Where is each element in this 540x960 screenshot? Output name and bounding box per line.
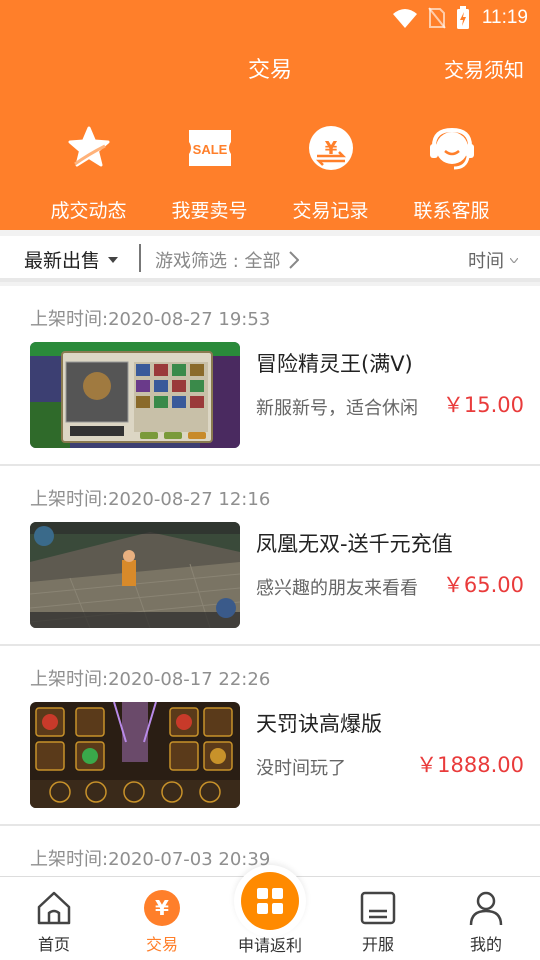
quick-action-label: 联系客服 bbox=[413, 200, 490, 222]
tab-label: 首页 bbox=[37, 935, 70, 954]
game-screenshot bbox=[30, 342, 240, 448]
game-screenshot bbox=[30, 702, 240, 808]
chevron-down-icon bbox=[510, 257, 518, 263]
chevron-right-icon bbox=[288, 251, 299, 269]
tab-rebate[interactable]: 申请返利 bbox=[216, 865, 324, 960]
header: 11:19 交易 交易须知 成交动态 SALE 我要卖号 ¥ 交易记录 联系客服 bbox=[0, 0, 540, 230]
listing-name: 天罚诀高爆版 bbox=[256, 712, 382, 736]
status-time: 11:19 bbox=[481, 7, 528, 28]
quick-action-label: 成交动态 bbox=[50, 200, 127, 222]
listing-item[interactable]: 上架时间:2020-08-27 12:16 凤凰无双-送千元充值 感兴趣的朋友来… bbox=[0, 466, 540, 646]
wifi-icon bbox=[392, 9, 417, 28]
listing-name: 冒险精灵王(满V) bbox=[256, 352, 413, 376]
tab-trade[interactable]: ¥ 交易 bbox=[108, 877, 216, 960]
listing-price: ￥1888.00 bbox=[416, 753, 524, 777]
listing-list: 上架时间:2020-08-27 19:53 冒险精灵王(满V) 新服新号，适合休… bbox=[0, 286, 540, 960]
listing-time: 上架时间:2020-08-27 19:53 bbox=[30, 309, 271, 330]
tab-label: 我的 bbox=[469, 935, 502, 954]
quick-action-label: 我要卖号 bbox=[171, 200, 248, 222]
status-icons: 11:19 bbox=[392, 6, 528, 30]
listing-item[interactable]: 上架时间:2020-08-17 22:26 天罚诀高爆版 没时间玩了 ￥1888… bbox=[0, 646, 540, 826]
tab-label: 交易 bbox=[145, 935, 178, 954]
tab-label: 开服 bbox=[361, 935, 394, 954]
battery-charging-icon bbox=[456, 6, 469, 29]
user-icon bbox=[467, 889, 505, 927]
quick-action-records[interactable]: ¥ 交易记录 bbox=[270, 124, 391, 223]
svg-text:¥: ¥ bbox=[155, 896, 169, 920]
listing-desc: 感兴趣的朋友来看看 bbox=[256, 578, 418, 599]
listing-time: 上架时间:2020-08-27 12:16 bbox=[30, 489, 271, 510]
home-icon bbox=[35, 889, 73, 927]
quick-action-label: 交易记录 bbox=[292, 200, 369, 222]
game-screenshot bbox=[30, 522, 240, 628]
trade-notice-link[interactable]: 交易须知 bbox=[444, 54, 524, 83]
listing-price: ￥65.00 bbox=[442, 573, 524, 597]
sort-label: 最新出售 bbox=[24, 250, 101, 272]
grid-icon bbox=[241, 872, 299, 930]
tab-home[interactable]: 首页 bbox=[0, 877, 108, 960]
no-sim-icon bbox=[428, 7, 446, 29]
headset-icon bbox=[428, 124, 476, 172]
star-icon bbox=[65, 124, 113, 172]
tab-mine[interactable]: 我的 bbox=[432, 877, 540, 960]
sale-tag-icon: SALE bbox=[186, 124, 234, 172]
filter-bar: 最新出售 游戏筛选 : 全部 时间 bbox=[0, 236, 540, 282]
caret-down-icon bbox=[108, 256, 119, 263]
listing-name: 凤凰无双-送千元充值 bbox=[256, 532, 453, 556]
quick-action-deals[interactable]: 成交动态 bbox=[28, 124, 149, 223]
rebate-bubble bbox=[234, 865, 306, 937]
game-filter[interactable]: 游戏筛选 : 全部 bbox=[155, 247, 299, 273]
listing-time: 上架时间:2020-07-03 20:39 bbox=[30, 849, 271, 870]
quick-action-support[interactable]: 联系客服 bbox=[391, 124, 512, 223]
tab-server[interactable]: 开服 bbox=[324, 877, 432, 960]
listing-desc: 没时间玩了 bbox=[256, 758, 346, 779]
quick-actions: 成交动态 SALE 我要卖号 ¥ 交易记录 联系客服 bbox=[0, 124, 540, 223]
svg-text:SALE: SALE bbox=[192, 142, 227, 157]
time-sort[interactable]: 时间 bbox=[468, 247, 518, 273]
server-list-icon bbox=[359, 889, 397, 927]
status-bar: 11:19 bbox=[0, 0, 540, 36]
listing-desc: 新服新号，适合休闲 bbox=[256, 398, 418, 419]
bottom-tab-bar: 首页 ¥ 交易 申请返利 开服 我的 bbox=[0, 865, 540, 960]
listing-item[interactable]: 上架时间:2020-08-27 19:53 冒险精灵王(满V) 新服新号，适合休… bbox=[0, 286, 540, 466]
yuan-exchange-icon: ¥ bbox=[307, 124, 355, 172]
sort-dropdown[interactable]: 最新出售 bbox=[24, 246, 119, 273]
game-filter-label: 游戏筛选 : 全部 bbox=[155, 251, 281, 272]
yuan-icon: ¥ bbox=[143, 889, 181, 927]
filter-divider bbox=[139, 244, 141, 272]
listing-price: ￥15.00 bbox=[442, 393, 524, 417]
time-sort-label: 时间 bbox=[468, 251, 504, 272]
listing-time: 上架时间:2020-08-17 22:26 bbox=[30, 669, 271, 690]
quick-action-sell[interactable]: SALE 我要卖号 bbox=[149, 124, 270, 223]
